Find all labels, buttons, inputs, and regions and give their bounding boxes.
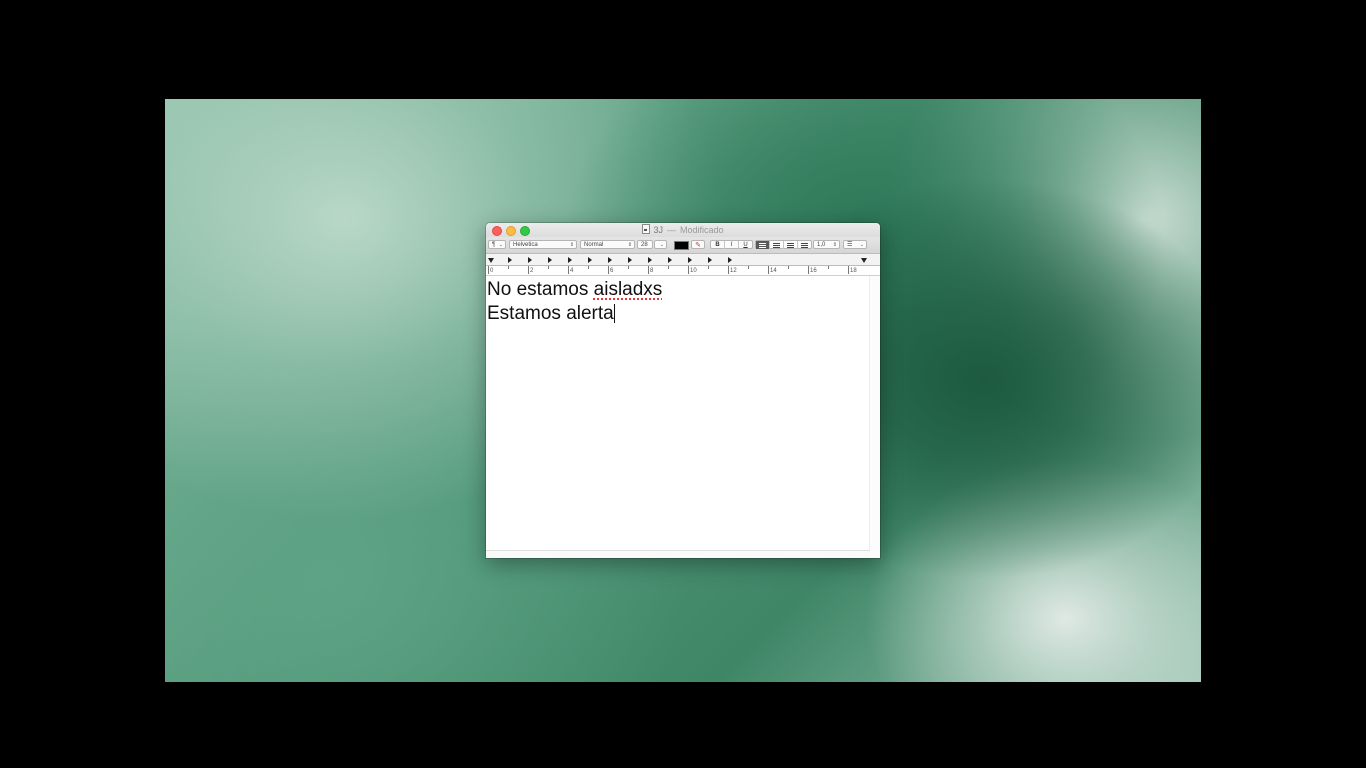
- chevron-down-icon: ⌄: [859, 242, 864, 248]
- horizontal-scrollbar[interactable]: [486, 550, 870, 558]
- vertical-scrollbar[interactable]: [869, 276, 880, 558]
- line-2-text: Estamos alerta: [487, 303, 614, 324]
- tab-stop[interactable]: [728, 257, 732, 263]
- bold-button[interactable]: B: [711, 241, 725, 249]
- modified-status: Modificado: [679, 225, 724, 235]
- ruler-tick: [548, 266, 549, 269]
- tab-stop[interactable]: [668, 257, 672, 263]
- document-line-1[interactable]: No estamos aisladxs: [486, 278, 880, 302]
- tab-stop[interactable]: [648, 257, 652, 263]
- document-text-area[interactable]: No estamos aisladxs Estamos alerta: [486, 276, 880, 558]
- ruler-label: 0: [490, 268, 494, 274]
- list-style-menu[interactable]: ☰ ⌄: [843, 240, 867, 249]
- font-style-select[interactable]: Normal ⇕: [580, 240, 635, 249]
- ruler-tick: [708, 266, 709, 269]
- tab-stop[interactable]: [688, 257, 692, 263]
- ruler-label: 4: [570, 268, 574, 274]
- chevron-down-icon: ⌄: [659, 242, 664, 248]
- title-bar[interactable]: 3J — Modificado: [486, 223, 880, 237]
- ruler-tick: [488, 266, 489, 274]
- ruler-tick: [768, 266, 769, 274]
- misspelled-word[interactable]: aisladxs: [594, 279, 663, 300]
- align-justify-button[interactable]: [798, 241, 811, 249]
- tab-stop[interactable]: [588, 257, 592, 263]
- chevron-down-icon: ⌄: [498, 242, 503, 248]
- align-left-button[interactable]: [756, 241, 770, 249]
- tab-stop[interactable]: [628, 257, 632, 263]
- ruler-label: 2: [530, 268, 534, 274]
- align-right-button[interactable]: [784, 241, 798, 249]
- font-family-select[interactable]: Helvetica ⇕: [509, 240, 577, 249]
- window-title: 3J — Modificado: [486, 224, 880, 235]
- line-1-text: No estamos: [487, 279, 594, 300]
- font-size-value: 28: [641, 242, 648, 248]
- document-name: 3J: [653, 225, 663, 235]
- ruler-tick: [808, 266, 809, 274]
- ruler-tick: [688, 266, 689, 274]
- text-color-well[interactable]: [674, 241, 689, 250]
- document-icon[interactable]: [642, 224, 651, 234]
- ruler-tick: [508, 266, 509, 269]
- ruler-label: 18: [850, 268, 857, 274]
- ruler-label: 8: [650, 268, 654, 274]
- tab-stop[interactable]: [568, 257, 572, 263]
- left-margin-marker[interactable]: [488, 258, 494, 263]
- ruler-tick: [528, 266, 529, 274]
- underline-button[interactable]: U: [739, 241, 752, 249]
- updown-arrows-icon: ⇕: [569, 242, 574, 248]
- ruler-tick: [628, 266, 629, 269]
- align-center-icon: [773, 243, 780, 248]
- align-justify-icon: [801, 243, 808, 248]
- align-right-icon: [787, 243, 794, 248]
- ruler-tick: [668, 266, 669, 269]
- align-center-button[interactable]: [770, 241, 784, 249]
- text-cursor: [613, 304, 615, 323]
- ruler-tick: [588, 266, 589, 269]
- text-style-buttons: B I U: [710, 240, 753, 249]
- ruler-scale: 0 2 4 6 8 10 12 14 16 18: [486, 265, 880, 275]
- ruler-tick: [608, 266, 609, 274]
- ruler-label: 14: [770, 268, 777, 274]
- align-left-icon: [759, 243, 766, 248]
- textedit-window[interactable]: 3J — Modificado ¶ ⌄ Helvetica ⇕ Normal ⇕ 2…: [486, 223, 880, 558]
- ruler-tick: [748, 266, 749, 269]
- ruler-tick: [568, 266, 569, 274]
- font-size-field[interactable]: 28: [637, 240, 653, 249]
- ruler-tick: [648, 266, 649, 274]
- ruler[interactable]: 0 2 4 6 8 10 12 14 16 18: [486, 254, 880, 276]
- ruler-tick: [848, 266, 849, 274]
- ruler-label: 16: [810, 268, 817, 274]
- updown-arrows-icon: ⇕: [627, 242, 632, 248]
- title-separator: —: [666, 225, 676, 235]
- right-margin-marker[interactable]: [861, 258, 867, 263]
- alignment-buttons: [755, 240, 812, 249]
- ruler-tick: [828, 266, 829, 269]
- tab-stop[interactable]: [508, 257, 512, 263]
- line-spacing-select[interactable]: 1,0 ⇕: [813, 240, 840, 249]
- highlight-color-icon[interactable]: ✎: [691, 240, 705, 249]
- ruler-tick: [728, 266, 729, 274]
- font-style-value: Normal: [584, 242, 604, 248]
- format-toolbar: ¶ ⌄ Helvetica ⇕ Normal ⇕ 28 ⌄ ✎ B I U 1,…: [486, 237, 880, 254]
- paragraph-style-label: ¶: [492, 242, 496, 248]
- line-spacing-value: 1,0: [817, 242, 826, 248]
- list-bullets-icon: ☰: [847, 242, 853, 248]
- paragraph-style-menu[interactable]: ¶ ⌄: [488, 240, 506, 249]
- updown-arrows-icon: ⇕: [832, 242, 837, 248]
- ruler-tick: [788, 266, 789, 269]
- tab-stops: [488, 256, 878, 264]
- font-size-dropdown[interactable]: ⌄: [654, 240, 667, 249]
- ruler-label: 6: [610, 268, 614, 274]
- italic-button[interactable]: I: [725, 241, 739, 249]
- ruler-label: 12: [730, 268, 737, 274]
- ruler-label: 10: [690, 268, 697, 274]
- font-family-value: Helvetica: [513, 242, 538, 248]
- tab-stop[interactable]: [548, 257, 552, 263]
- tab-stop[interactable]: [608, 257, 612, 263]
- document-line-2[interactable]: Estamos alerta: [486, 302, 880, 326]
- tab-stop[interactable]: [528, 257, 532, 263]
- tab-stop[interactable]: [708, 257, 712, 263]
